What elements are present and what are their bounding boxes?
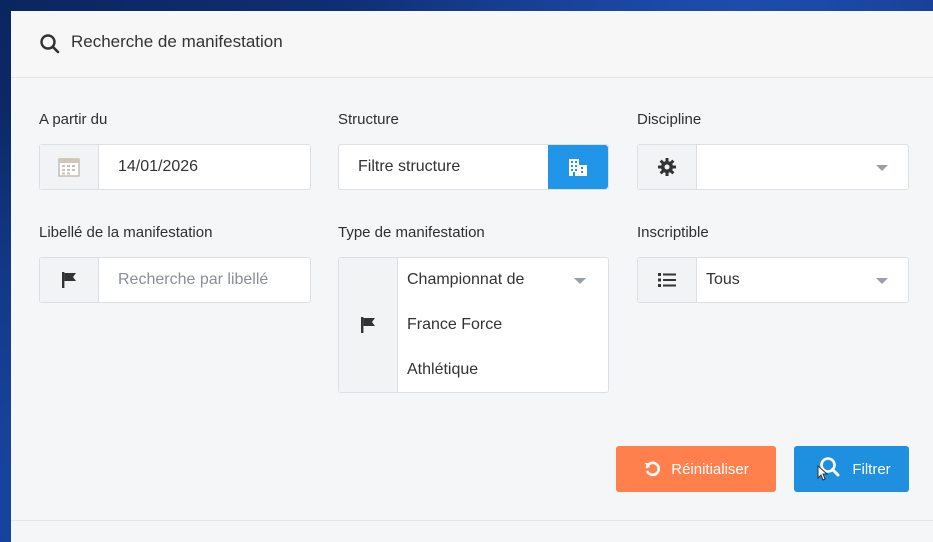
inscriptible-select[interactable]: Tous [637,257,909,303]
date-value: 14/01/2026 [118,158,199,175]
filter-button-label: Filtrer [852,460,891,478]
type-label: Type de manifestation [338,224,485,241]
date-field[interactable]: 14/01/2026 [39,144,311,190]
inscriptible-value: Tous [706,271,740,288]
libelle-addon [40,258,99,302]
caret-down-icon [876,278,888,284]
libelle-field[interactable]: Recherche par libellé [39,257,311,303]
panel-header: Recherche de manifestation [11,11,933,78]
structure-picker-button[interactable] [548,145,608,189]
calendar-icon [58,158,80,177]
building-icon [569,159,587,176]
panel-title: Recherche de manifestation [71,32,283,51]
discipline-select[interactable] [637,144,909,190]
reset-button[interactable]: Réinitialiser [616,446,776,492]
type-value-line-2: France Force [407,316,503,333]
user-search-icon [812,456,842,482]
list-icon [658,273,676,287]
structure-field[interactable]: Filtre structure [338,144,609,190]
inscriptible-label: Inscriptible [637,224,709,241]
undo-icon [643,460,661,478]
structure-label: Structure [338,111,399,128]
flag-icon [62,272,76,288]
search-icon [40,34,60,54]
filter-button[interactable]: Filtrer [794,446,909,492]
type-addon [339,258,398,392]
calendar-addon [40,145,99,189]
type-select[interactable]: Championnat de France Force Athlétique [338,257,609,393]
type-value-line-3: Athlétique [407,361,479,378]
caret-down-icon [574,278,586,284]
libelle-input[interactable]: Recherche par libellé [118,271,268,289]
date-label: A partir du [39,111,108,128]
gear-icon [658,158,676,176]
type-value-line-1: Championnat de [407,271,525,288]
structure-value: Filtre structure [358,158,461,175]
flag-icon [361,317,375,333]
caret-down-icon [876,165,888,171]
panel-footer-divider [11,520,933,521]
search-panel: Recherche de manifestation A partir du 1… [11,11,933,542]
discipline-addon [638,145,697,189]
inscriptible-addon [638,258,697,302]
libelle-label: Libellé de la manifestation [39,224,213,241]
discipline-label: Discipline [637,111,702,128]
reset-button-label: Réinitialiser [671,460,749,478]
